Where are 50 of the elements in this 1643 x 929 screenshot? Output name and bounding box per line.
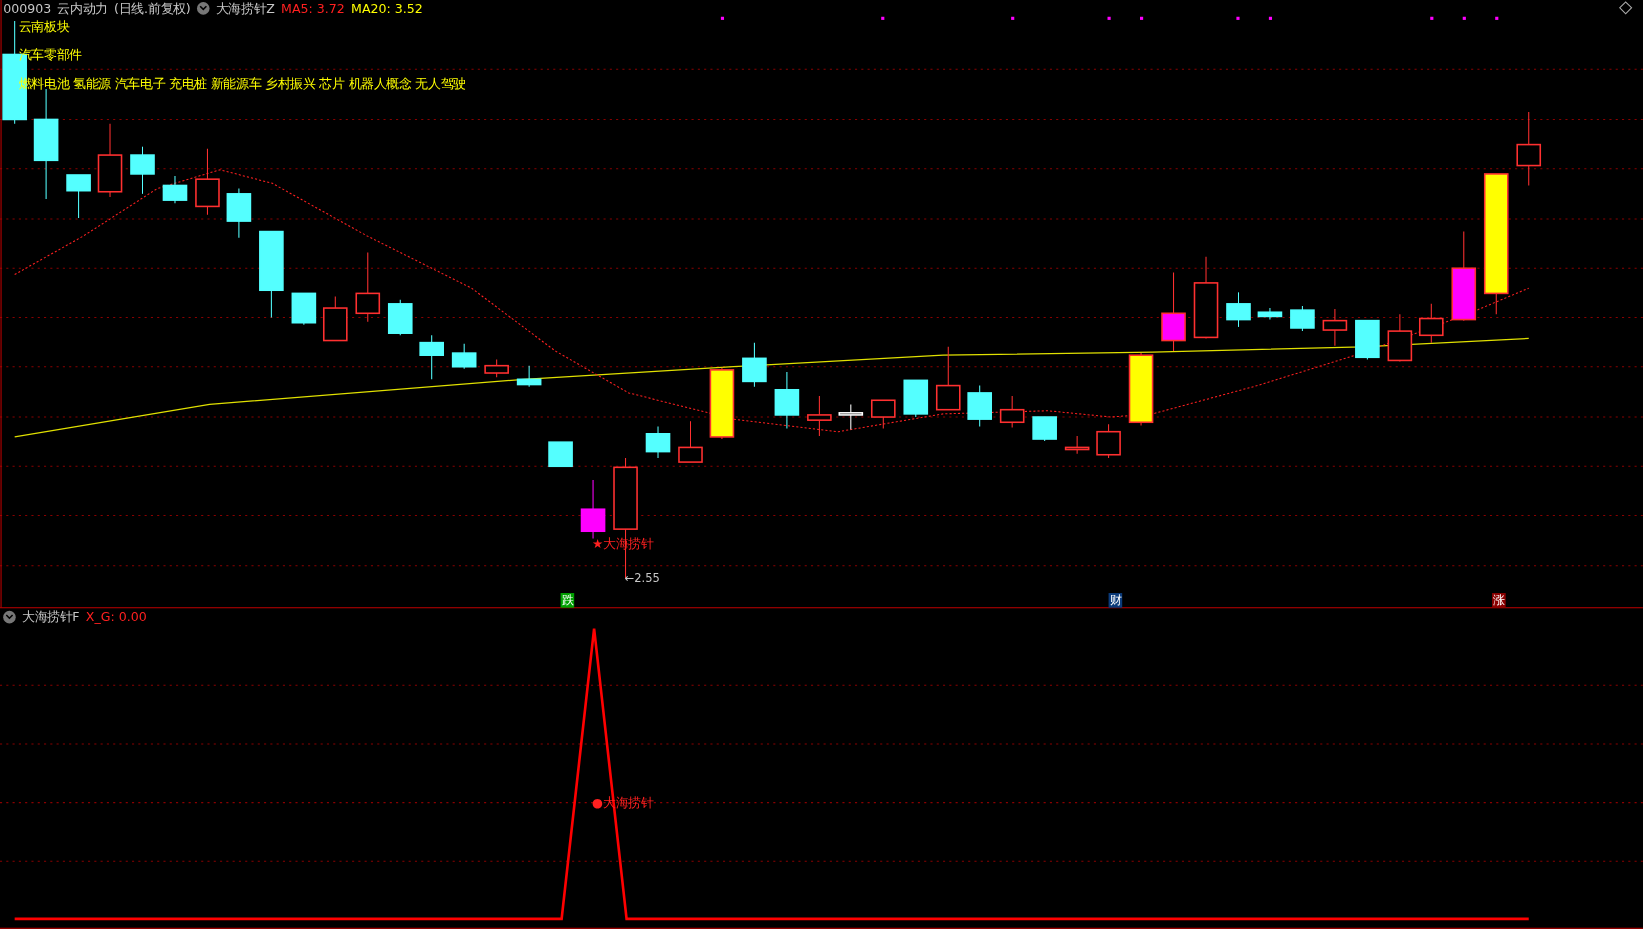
candlestick	[903, 379, 929, 418]
stock-name: 云内动力	[57, 0, 108, 18]
candlestick	[742, 342, 767, 388]
candlestick	[678, 420, 703, 463]
candlestick	[419, 334, 444, 380]
candlestick	[66, 174, 91, 219]
candlestick	[548, 441, 573, 468]
candlestick	[1257, 307, 1283, 321]
candlestick	[484, 358, 509, 378]
dropdown-icon[interactable]	[3, 610, 16, 624]
indicator-name: 大海捞针F	[22, 608, 80, 626]
candlestick	[516, 365, 542, 388]
candlestick	[387, 299, 413, 336]
low-price-label: ←2.55	[624, 571, 660, 585]
candlestick	[226, 188, 252, 239]
event-marker[interactable]: 涨	[1492, 593, 1506, 608]
candlestick	[999, 395, 1025, 429]
candlestick	[967, 385, 992, 427]
candlestick	[355, 252, 381, 323]
candlestick	[774, 371, 800, 430]
candlestick	[1032, 416, 1057, 442]
ma20-value: MA20: 3.52	[351, 1, 423, 16]
candlestick	[1419, 303, 1444, 344]
candlestick	[1387, 313, 1413, 362]
stock-code: 000903	[3, 1, 52, 16]
indicator-name: 大海捞针Z	[215, 0, 275, 18]
candlestick	[1355, 319, 1380, 360]
candlestick	[838, 403, 864, 431]
candlestick	[1322, 308, 1348, 347]
candlestick	[130, 146, 155, 195]
candlestick	[645, 425, 671, 459]
candlestick	[580, 479, 606, 540]
candlestick	[323, 296, 348, 342]
candlestick	[291, 292, 317, 326]
candlestick	[451, 343, 477, 370]
period-label: (日线.前复权)	[114, 0, 191, 18]
candlestick	[807, 395, 832, 437]
candlestick	[1096, 423, 1121, 459]
candlestick	[1290, 305, 1315, 332]
candlestick	[935, 346, 961, 411]
candlestick	[1064, 435, 1090, 455]
candlestick	[162, 175, 188, 204]
event-marker[interactable]: 财	[1108, 593, 1123, 608]
concept-text: 云南板块	[18, 19, 70, 35]
candlestick	[1226, 291, 1251, 328]
indicator-value: X_G: 0.00	[85, 609, 147, 625]
candlestick	[871, 399, 896, 430]
dropdown-icon[interactable]	[197, 2, 210, 15]
candlestick	[195, 148, 220, 216]
ma5-value: MA5: 3.72	[281, 1, 345, 16]
